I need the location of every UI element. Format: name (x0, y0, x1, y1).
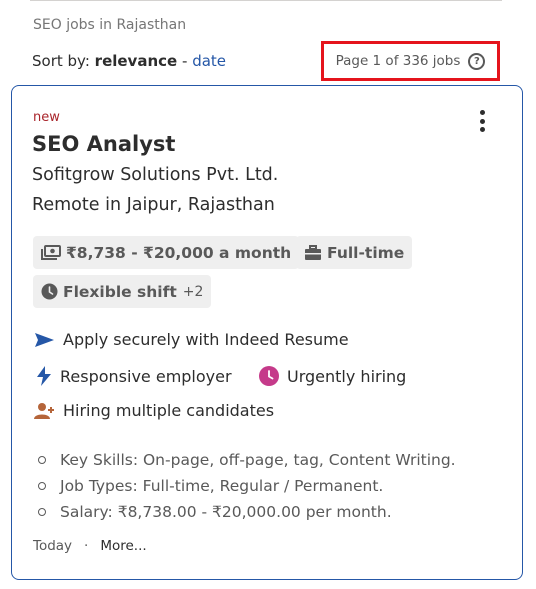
lightning-icon (37, 366, 51, 386)
job-snippet: Key Skills: On-page, off-page, tag, Cont… (34, 447, 456, 525)
top-divider (30, 0, 502, 1)
snippet-item: Salary: ₹8,738.00 - ₹20,000.00 per month… (34, 499, 456, 525)
more-link[interactable]: More... (100, 538, 146, 554)
perk-apply: Apply securely with Indeed Resume (34, 330, 349, 349)
job-card[interactable]: new SEO Analyst Sofitgrow Solutions Pvt.… (11, 85, 523, 580)
perk-apply-text: Apply securely with Indeed Resume (63, 330, 349, 349)
posted-date: Today (33, 538, 73, 554)
clock-icon (259, 366, 279, 386)
page-count: Page 1 of 336 jobs ? (321, 41, 500, 81)
card-footer: Today · More... (33, 538, 147, 554)
job-type-text: Full-time (327, 243, 405, 262)
breadcrumb: SEO jobs in Rajasthan (33, 17, 187, 33)
sort-label: Sort by: (32, 52, 90, 70)
sort-row: Sort by: relevance - date (32, 52, 226, 70)
shift-text: Flexible shift (63, 282, 177, 301)
salary-chip: ₹8,738 - ₹20,000 a month (33, 236, 300, 269)
footer-separator: · (84, 538, 89, 554)
perk-urgent-text: Urgently hiring (287, 366, 407, 386)
perk-responsive-text: Responsive employer (60, 366, 232, 386)
money-icon (41, 244, 61, 260)
shift-chip: Flexible shift +2 (33, 275, 212, 308)
shift-more-count[interactable]: +2 (183, 284, 204, 300)
new-label: new (33, 110, 60, 125)
question-circle-icon[interactable]: ? (468, 52, 486, 70)
job-type-chip: Full-time (296, 236, 413, 269)
job-title[interactable]: SEO Analyst (32, 132, 175, 156)
snippet-item: Key Skills: On-page, off-page, tag, Cont… (34, 447, 456, 473)
perk-responsive: Responsive employer (36, 366, 232, 386)
vertical-dots-icon[interactable] (474, 108, 490, 134)
send-arrow-icon (35, 332, 54, 347)
perk-multiple-text: Hiring multiple candidates (63, 401, 275, 420)
snippet-item: Job Types: Full-time, Regular / Permanen… (34, 473, 456, 499)
person-add-icon (34, 402, 54, 419)
sort-relevance[interactable]: relevance (95, 52, 178, 70)
company-name: Sofitgrow Solutions Pvt. Ltd. (32, 165, 279, 185)
page-count-text: Page 1 of 336 jobs (335, 53, 461, 69)
clock-icon (41, 283, 58, 300)
job-location: Remote in Jaipur, Rajasthan (32, 195, 275, 215)
sort-date-link[interactable]: date (192, 52, 226, 70)
briefcase-icon (305, 244, 321, 260)
sort-separator: - (181, 52, 188, 70)
perk-urgent: Urgently hiring (259, 366, 406, 386)
salary-text: ₹8,738 - ₹20,000 a month (66, 243, 292, 262)
perk-multiple: Hiring multiple candidates (34, 401, 274, 420)
